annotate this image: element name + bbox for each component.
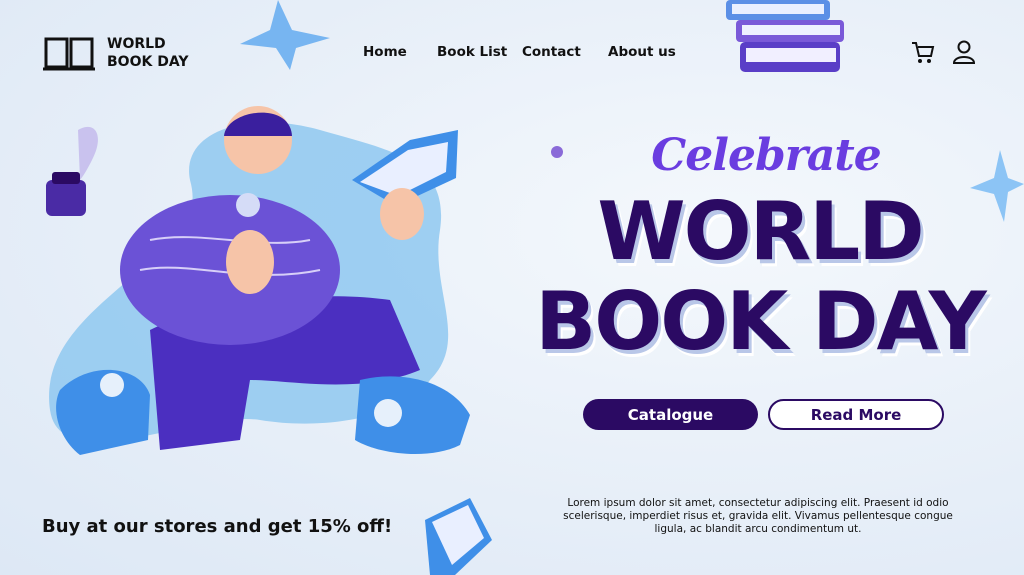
nav-book-list[interactable]: Book List	[437, 44, 507, 60]
hero-description: Lorem ipsum dolor sit amet, consectetur …	[563, 497, 953, 535]
star-icon	[240, 0, 330, 70]
hero-eyebrow: Celebrate	[651, 130, 882, 181]
cart-icon[interactable]	[910, 40, 936, 66]
hero-title-line-2: BOOK DAY	[535, 275, 986, 368]
nav-home[interactable]: Home	[363, 44, 407, 60]
hero-title-line-1: WORLD	[597, 185, 924, 278]
quill-ink-icon	[46, 126, 98, 216]
catalogue-button[interactable]: Catalogue	[583, 399, 758, 430]
open-book-logo-icon	[43, 37, 95, 71]
nav-contact[interactable]: Contact	[522, 44, 581, 60]
logo-text: WORLD BOOK DAY	[107, 35, 188, 71]
nav-about-us[interactable]: About us	[608, 44, 676, 60]
user-icon[interactable]	[952, 39, 976, 65]
logo-line-2: BOOK DAY	[107, 54, 189, 70]
logo[interactable]: WORLD BOOK DAY	[43, 34, 188, 72]
promo-text: Buy at our stores and get 15% off!	[42, 516, 393, 537]
logo-line-1: WORLD	[107, 36, 166, 52]
open-book-icon	[425, 498, 492, 575]
read-more-button[interactable]: Read More	[768, 399, 944, 430]
book-stack-icon	[726, 0, 844, 72]
